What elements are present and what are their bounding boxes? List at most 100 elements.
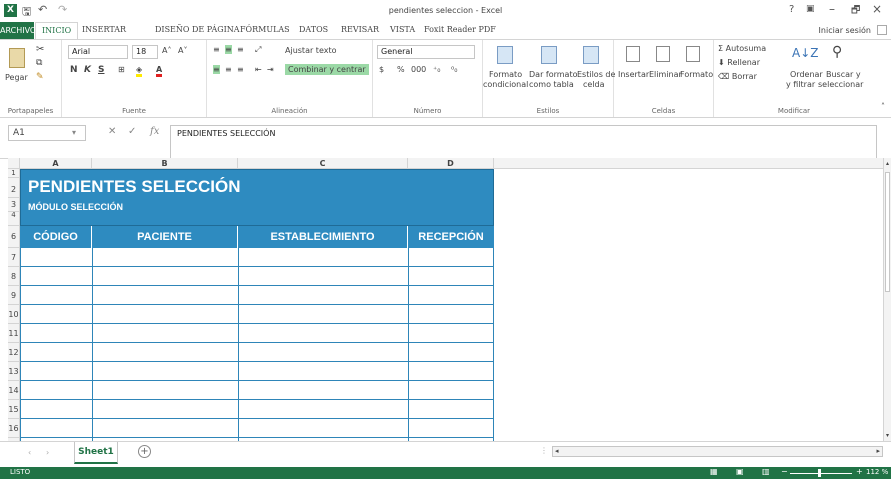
format-table-label2[interactable]: como tabla — [529, 80, 574, 89]
header-paciente[interactable]: PACIENTE — [92, 226, 238, 248]
format-painter-icon[interactable]: ✎ — [36, 72, 44, 82]
insert-cells-icon[interactable] — [626, 46, 640, 62]
row-header[interactable]: 12 — [8, 343, 20, 362]
tab-splitter-icon[interactable]: ⋮ — [540, 446, 548, 455]
signin-link[interactable]: Iniciar sesión — [819, 26, 871, 35]
scroll-left-icon[interactable]: ◂ — [555, 447, 559, 455]
format-table-icon[interactable] — [541, 46, 557, 64]
format-table-label[interactable]: Dar formato — [529, 70, 577, 79]
thousands-button[interactable]: 000 — [411, 65, 426, 74]
number-format-select[interactable]: General — [377, 45, 475, 59]
delete-cells-button[interactable]: Eliminar — [649, 70, 682, 79]
collapse-ribbon-icon[interactable]: ˄ — [881, 102, 885, 111]
align-bottom-icon[interactable]: ≡ — [237, 45, 244, 54]
increase-indent-icon[interactable]: ⇥ — [267, 65, 274, 74]
shrink-font-icon[interactable]: A˅ — [178, 46, 187, 55]
align-middle-icon[interactable]: ≡ — [225, 45, 232, 54]
row-header[interactable]: 8 — [8, 267, 20, 286]
tab-foxit[interactable]: Foxit Reader PDF — [424, 25, 496, 34]
delete-cells-icon[interactable] — [656, 46, 670, 62]
column-header-d[interactable]: D — [408, 158, 494, 169]
font-name-select[interactable]: Arial — [68, 45, 128, 59]
table-body[interactable] — [20, 248, 494, 441]
clear-button[interactable]: ⌫ Borrar — [718, 72, 757, 81]
scroll-thumb[interactable] — [885, 172, 890, 292]
format-cells-button[interactable]: Formato — [680, 70, 713, 79]
row-header[interactable]: 7 — [8, 248, 20, 267]
bold-button[interactable]: N — [70, 65, 78, 75]
header-establecimiento[interactable]: ESTABLECIMIENTO — [238, 226, 408, 248]
formula-input[interactable]: PENDIENTES SELECCIÓN — [170, 125, 877, 159]
header-recepcion[interactable]: RECEPCIÓN — [408, 226, 494, 248]
column-header-a[interactable]: A — [20, 158, 92, 169]
row-header[interactable]: 4 — [8, 212, 20, 226]
tab-datos[interactable]: DATOS — [299, 25, 328, 34]
format-cells-icon[interactable] — [686, 46, 700, 62]
add-sheet-button[interactable]: + — [138, 445, 151, 458]
enter-icon[interactable]: ✓ — [128, 126, 136, 137]
align-left-icon[interactable]: ≡ — [213, 65, 220, 74]
row-header[interactable]: 16 — [8, 419, 20, 438]
copy-icon[interactable]: ⧉ — [36, 58, 42, 68]
row-header[interactable]: 14 — [8, 381, 20, 400]
align-center-icon[interactable]: ≡ — [225, 65, 232, 74]
namebox-dropdown-icon[interactable]: ▾ — [72, 128, 76, 137]
align-right-icon[interactable]: ≡ — [237, 65, 244, 74]
tab-archivo[interactable]: ARCHIVO — [0, 22, 36, 39]
align-top-icon[interactable]: ≡ — [213, 45, 220, 54]
minimize-button[interactable]: – — [829, 2, 835, 16]
decrease-indent-icon[interactable]: ⇤ — [255, 65, 262, 74]
page-break-icon[interactable]: ▥ — [762, 467, 770, 476]
decrease-decimal-icon[interactable]: ⁰₀ — [451, 65, 457, 74]
tab-diseno-pagina[interactable]: DISEÑO DE PÁGINA — [155, 25, 240, 34]
row-header[interactable]: 6 — [8, 226, 20, 248]
zoom-in-button[interactable]: + — [856, 467, 863, 476]
column-header-c[interactable]: C — [238, 158, 408, 169]
find-select-label[interactable]: Buscar y — [826, 70, 861, 79]
sort-filter-icon[interactable]: A↓Z — [792, 46, 818, 60]
insert-function-icon[interactable]: fx — [150, 126, 159, 137]
tab-inicio[interactable]: INICIO — [35, 22, 79, 40]
conditional-format-icon[interactable] — [497, 46, 513, 64]
scroll-down-icon[interactable]: ▾ — [884, 432, 891, 439]
percent-button[interactable]: % — [397, 65, 405, 74]
merge-center-button[interactable]: Combinar y centrar — [285, 64, 369, 75]
font-color-icon[interactable]: A — [156, 65, 163, 77]
row-header[interactable]: 9 — [8, 286, 20, 305]
zoom-level[interactable]: 112 % — [866, 468, 888, 476]
row-header[interactable]: 11 — [8, 324, 20, 343]
grow-font-icon[interactable]: A˄ — [162, 46, 171, 55]
find-select-label2[interactable]: seleccionar — [818, 80, 863, 89]
row-header[interactable]: 13 — [8, 362, 20, 381]
row-header[interactable]: 15 — [8, 400, 20, 419]
header-codigo[interactable]: CÓDIGO — [20, 226, 92, 248]
tab-insertar[interactable]: INSERTAR — [82, 25, 126, 34]
fill-button[interactable]: ⬇ Rellenar — [718, 58, 760, 67]
vertical-scrollbar[interactable]: ▴ ▾ — [883, 158, 891, 441]
cut-icon[interactable]: ✂ — [36, 44, 44, 55]
zoom-out-button[interactable]: − — [781, 467, 788, 476]
fill-color-icon[interactable]: ◈ — [136, 65, 143, 77]
row-header[interactable]: 1 — [8, 169, 20, 178]
cond-format-label2[interactable]: condicional — [483, 80, 528, 89]
select-all-corner[interactable] — [8, 158, 20, 169]
zoom-slider-thumb[interactable] — [818, 469, 821, 477]
wrap-text-button[interactable]: Ajustar texto — [285, 46, 337, 55]
close-button[interactable]: × — [872, 2, 882, 16]
horizontal-scrollbar[interactable]: ◂ ▸ — [552, 446, 883, 457]
row-header[interactable]: 2 — [8, 178, 20, 198]
tab-vista[interactable]: VISTA — [390, 25, 415, 34]
scroll-right-icon[interactable]: ▸ — [876, 447, 880, 455]
sort-filter-label[interactable]: Ordenar — [790, 70, 823, 79]
next-sheet-icon[interactable]: › — [46, 448, 49, 457]
prev-sheet-icon[interactable]: ‹ — [28, 448, 31, 457]
ribbon-display-icon[interactable]: ▣ — [806, 4, 815, 14]
restore-button[interactable]: 🗗 — [851, 3, 860, 20]
currency-icon[interactable]: $ — [379, 65, 384, 74]
cell-styles-label2[interactable]: celda — [583, 80, 605, 89]
page-layout-icon[interactable]: ▣ — [736, 467, 744, 476]
sheet-tab[interactable]: Sheet1 — [74, 442, 118, 464]
font-size-select[interactable]: 18 — [132, 45, 158, 59]
column-header-b[interactable]: B — [92, 158, 238, 169]
cell-styles-label[interactable]: Estilos de — [577, 70, 615, 79]
